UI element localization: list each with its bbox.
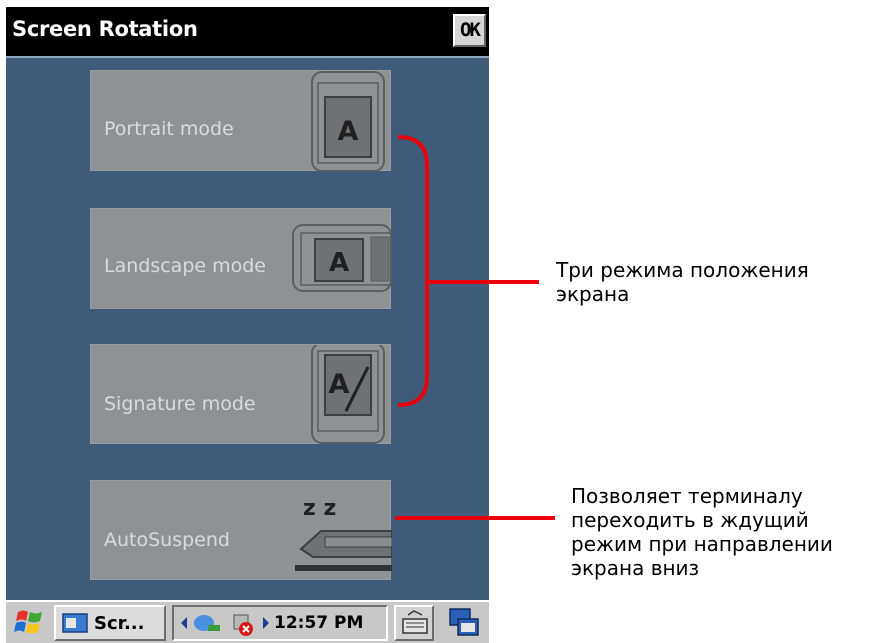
suspend-note-line2: переходить в ждущий <box>571 508 809 532</box>
modes-note-line1: Три режима положения <box>556 258 809 282</box>
modes-note-line2: экрана <box>556 282 630 306</box>
suspend-note-line4: экрана вниз <box>571 556 700 580</box>
suspend-annotation: Позволяет терминалу переходить в ждущий … <box>571 484 833 580</box>
suspend-note-line3: режим при направлении <box>571 532 833 556</box>
suspend-note-line1: Позволяет терминалу <box>571 484 803 508</box>
modes-bracket <box>397 135 429 407</box>
modes-annotation: Три режима положения экрана <box>556 258 809 306</box>
